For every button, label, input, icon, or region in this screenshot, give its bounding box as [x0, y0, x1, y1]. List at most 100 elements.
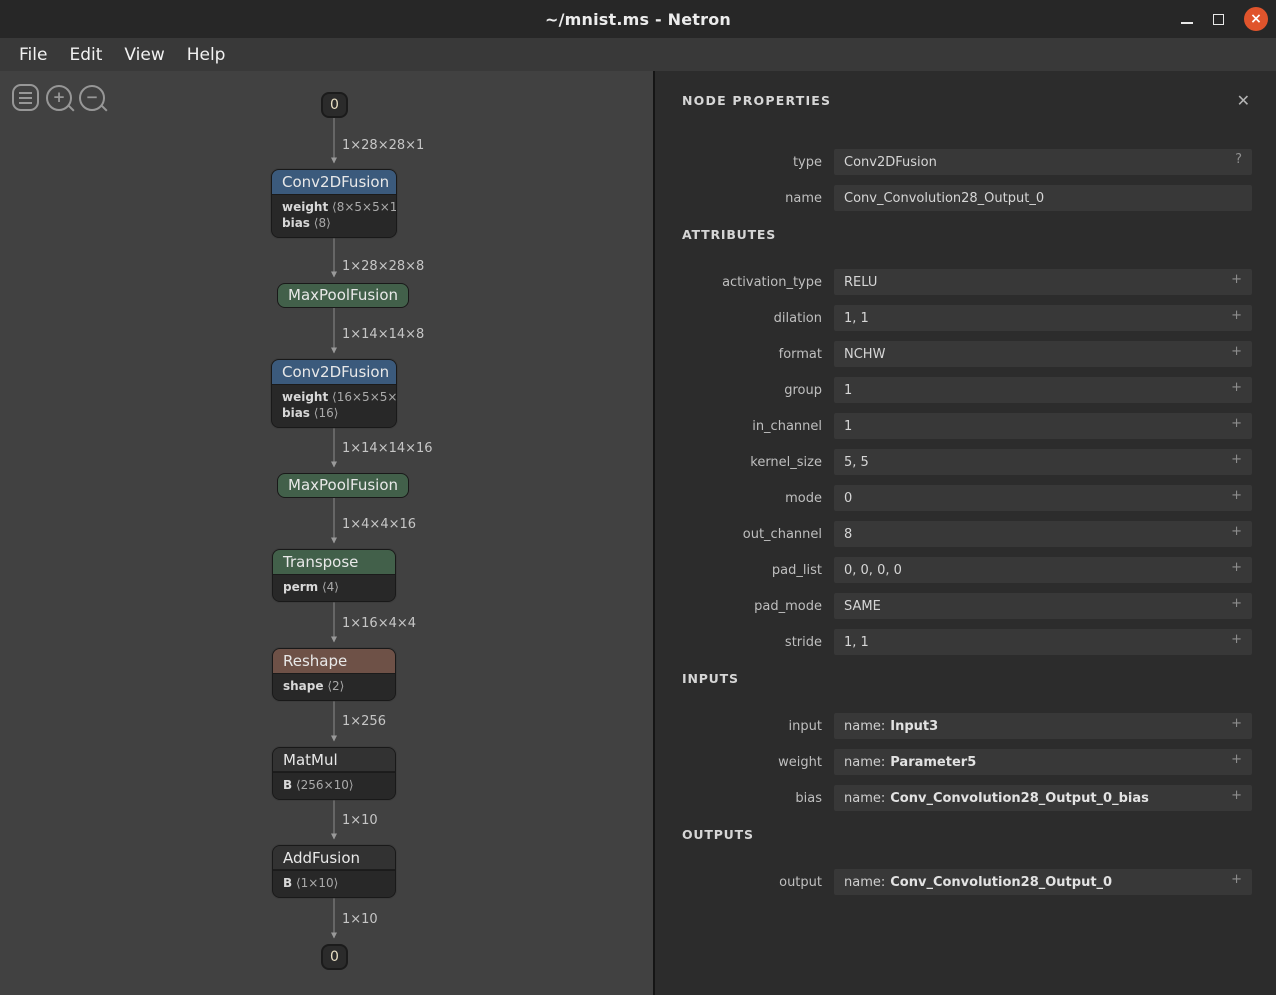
attr-value: ⟨16⟩	[314, 406, 339, 420]
graph-node-matmul[interactable]: MatMul B ⟨256×10⟩	[272, 747, 396, 800]
expand-icon[interactable]: +	[1231, 381, 1242, 394]
graph-node-conv2dfusion-1[interactable]: Conv2DFusion weight ⟨8×5×5×1⟩ bias ⟨8⟩	[271, 169, 397, 238]
input-row-bias: bias name: Conv_Convolution28_Output_0_b…	[679, 785, 1252, 811]
expand-icon[interactable]: +	[1231, 597, 1242, 610]
name-prefix: name:	[844, 791, 885, 806]
attr-value: ⟨256×10⟩	[296, 778, 354, 792]
attribute-value: 1	[844, 419, 852, 434]
graph-node-maxpoolfusion-1[interactable]: MaxPoolFusion	[277, 283, 409, 308]
expand-icon[interactable]: +	[1231, 489, 1242, 502]
attribute-value-box[interactable]: NCHW +	[834, 341, 1252, 367]
expand-icon[interactable]: +	[1231, 309, 1242, 322]
window-title: ~/mnist.ms - Netron	[545, 10, 731, 29]
attribute-value: 1	[844, 383, 852, 398]
input-value-box[interactable]: name: Conv_Convolution28_Output_0_bias +	[834, 785, 1252, 811]
attribute-label: activation_type	[679, 275, 822, 290]
graph-node-transpose[interactable]: Transpose perm ⟨4⟩	[272, 549, 396, 602]
menu-item-view[interactable]: View	[113, 45, 175, 65]
menu-bar: File Edit View Help	[0, 38, 1276, 71]
input-value-box[interactable]: name: Input3 +	[834, 713, 1252, 739]
close-icon[interactable]: ✕	[1237, 91, 1250, 110]
attribute-value-box[interactable]: 0, 0, 0, 0 +	[834, 557, 1252, 583]
maximize-button[interactable]	[1213, 14, 1224, 25]
attribute-value: NCHW	[844, 347, 885, 362]
attribute-label: in_channel	[679, 419, 822, 434]
attr-value: ⟨4⟩	[322, 580, 339, 594]
expand-icon[interactable]: +	[1231, 525, 1242, 538]
edge-shape-label: 1×14×14×16	[342, 441, 433, 456]
menu-item-help[interactable]: Help	[176, 45, 237, 65]
menu-icon[interactable]	[12, 84, 39, 111]
name-value-box[interactable]: Conv_Convolution28_Output_0	[834, 185, 1252, 211]
edge-shape-label: 1×10	[342, 912, 378, 927]
expand-icon[interactable]: +	[1231, 453, 1242, 466]
zoom-out-icon[interactable]: −	[79, 85, 105, 111]
property-label: name	[679, 191, 822, 206]
edge-shape-label: 1×14×14×8	[342, 327, 424, 342]
expand-icon[interactable]: +	[1231, 345, 1242, 358]
attribute-value-box[interactable]: 5, 5 +	[834, 449, 1252, 475]
attribute-value-box[interactable]: 1, 1 +	[834, 629, 1252, 655]
edge-shape-label: 1×28×28×1	[342, 138, 424, 153]
title-bar: ~/mnist.ms - Netron ×	[0, 0, 1276, 38]
node-attrs: B ⟨256×10⟩	[273, 772, 395, 799]
node-attrs: weight ⟨16×5×5×8⟩ bias ⟨16⟩	[272, 384, 396, 427]
input-value-box[interactable]: name: Parameter5 +	[834, 749, 1252, 775]
attribute-row-dilation: dilation 1, 1 +	[679, 305, 1252, 331]
expand-icon[interactable]: +	[1231, 873, 1242, 886]
expand-icon[interactable]: +	[1231, 273, 1242, 286]
expand-icon[interactable]: +	[1231, 789, 1242, 802]
edge-shape-label: 1×4×4×16	[342, 517, 416, 532]
output-value-box[interactable]: name: Conv_Convolution28_Output_0 +	[834, 869, 1252, 895]
expand-icon[interactable]: +	[1231, 753, 1242, 766]
attribute-row-pad-mode: pad_mode SAME +	[679, 593, 1252, 619]
input-label: weight	[679, 755, 822, 770]
expand-icon[interactable]: +	[1231, 633, 1242, 646]
attribute-row-out-channel: out_channel 8 +	[679, 521, 1252, 547]
attribute-value-box[interactable]: 0 +	[834, 485, 1252, 511]
menu-item-file[interactable]: File	[8, 45, 58, 65]
graph-node-maxpoolfusion-2[interactable]: MaxPoolFusion	[277, 473, 409, 498]
attribute-row-mode: mode 0 +	[679, 485, 1252, 511]
attribute-value-box[interactable]: 1 +	[834, 377, 1252, 403]
attribute-value-box[interactable]: 1, 1 +	[834, 305, 1252, 331]
input-row-input: input name: Input3 +	[679, 713, 1252, 739]
graph-node-addfusion[interactable]: AddFusion B ⟨1×10⟩	[272, 845, 396, 898]
node-properties-panel: ✕ NODE PROPERTIES type Conv2DFusion ? na…	[653, 71, 1276, 995]
zoom-in-icon[interactable]: +	[46, 85, 72, 111]
input-value: Conv_Convolution28_Output_0_bias	[890, 791, 1149, 806]
attribute-value-box[interactable]: RELU +	[834, 269, 1252, 295]
attribute-label: dilation	[679, 311, 822, 326]
attribute-value-box[interactable]: 8 +	[834, 521, 1252, 547]
attr-value: ⟨1×10⟩	[296, 876, 338, 890]
graph-node-output[interactable]: 0	[321, 944, 348, 970]
minimize-button[interactable]	[1181, 22, 1193, 24]
attr-name: perm	[283, 580, 318, 594]
property-label: type	[679, 155, 822, 170]
menu-item-edit[interactable]: Edit	[58, 45, 113, 65]
attribute-value-box[interactable]: SAME +	[834, 593, 1252, 619]
expand-icon[interactable]: +	[1231, 717, 1242, 730]
graph-node-conv2dfusion-2[interactable]: Conv2DFusion weight ⟨16×5×5×8⟩ bias ⟨16⟩	[271, 359, 397, 428]
node-attrs: weight ⟨8×5×5×1⟩ bias ⟨8⟩	[272, 194, 396, 237]
expand-icon[interactable]: +	[1231, 417, 1242, 430]
graph-canvas[interactable]: + − 1×28×28×1 1×28×28×8 1×14×14×8 1×14×1…	[0, 71, 653, 995]
attribute-label: out_channel	[679, 527, 822, 542]
close-button[interactable]: ×	[1244, 7, 1268, 31]
input-value: Parameter5	[890, 755, 976, 770]
property-value: Conv2DFusion	[844, 155, 937, 170]
inputs-title: INPUTS	[682, 671, 1252, 686]
attribute-label: mode	[679, 491, 822, 506]
attr-name: bias	[282, 406, 310, 420]
graph-node-reshape[interactable]: Reshape shape ⟨2⟩	[272, 648, 396, 701]
graph-node-input[interactable]: 0	[321, 92, 348, 118]
help-icon[interactable]: ?	[1235, 153, 1242, 166]
edge-shape-label: 1×16×4×4	[342, 616, 416, 631]
attributes-title: ATTRIBUTES	[682, 227, 1252, 242]
panel-title: NODE PROPERTIES	[682, 93, 1252, 108]
attribute-value-box[interactable]: 1 +	[834, 413, 1252, 439]
attribute-value: 0	[844, 491, 852, 506]
expand-icon[interactable]: +	[1231, 561, 1242, 574]
type-value-box[interactable]: Conv2DFusion ?	[834, 149, 1252, 175]
node-attrs: perm ⟨4⟩	[273, 574, 395, 601]
